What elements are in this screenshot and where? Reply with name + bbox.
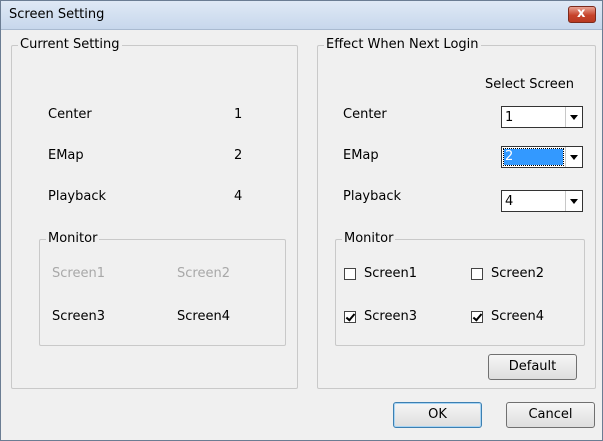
select-screen-header: Select Screen (485, 77, 574, 92)
chevron-down-icon[interactable] (565, 191, 582, 211)
next-emap-label: EMap (343, 148, 379, 163)
current-screen2-label: Screen2 (177, 266, 230, 281)
current-screen4-label: Screen4 (177, 309, 230, 324)
title-bar[interactable]: Screen Setting x (1, 1, 602, 30)
playback-screen-value: 4 (505, 194, 514, 209)
current-screen1-label: Screen1 (52, 266, 105, 281)
current-setting-legend: Current Setting (20, 37, 120, 52)
screen4-checkbox[interactable] (471, 311, 483, 323)
emap-screen-select[interactable]: 2 (501, 146, 583, 168)
next-monitor-legend: Monitor (344, 231, 394, 246)
current-center-label: Center (48, 107, 92, 122)
next-center-label: Center (343, 107, 387, 122)
current-emap-label: EMap (48, 148, 84, 163)
emap-screen-value: 2 (503, 148, 564, 166)
next-playback-label: Playback (343, 189, 402, 204)
next-screen3-label[interactable]: Screen3 (364, 309, 417, 324)
ok-button[interactable]: OK (393, 402, 482, 428)
current-monitor-legend: Monitor (48, 231, 98, 246)
playback-screen-select[interactable]: 4 (501, 190, 583, 212)
close-button[interactable]: x (568, 6, 596, 23)
screen-setting-dialog: Screen Setting x Current Setting Center … (0, 0, 603, 441)
current-center-value: 1 (234, 107, 243, 122)
current-monitor-group: Monitor (39, 232, 286, 346)
close-icon: x (577, 6, 586, 21)
center-screen-value: 1 (505, 110, 514, 125)
chevron-down-icon[interactable] (565, 147, 582, 167)
center-screen-select[interactable]: 1 (501, 106, 583, 128)
screen1-checkbox[interactable] (344, 268, 356, 280)
next-screen4-label[interactable]: Screen4 (491, 309, 544, 324)
screen3-checkbox[interactable] (344, 311, 356, 323)
current-emap-value: 2 (234, 148, 243, 163)
window-title: Screen Setting (9, 7, 105, 22)
next-screen1-label[interactable]: Screen1 (364, 266, 417, 281)
current-playback-label: Playback (48, 189, 107, 204)
chevron-down-icon[interactable] (565, 107, 582, 127)
current-screen3-label: Screen3 (52, 309, 105, 324)
next-login-legend: Effect When Next Login (326, 37, 479, 52)
next-monitor-group: Monitor (335, 232, 585, 346)
default-button[interactable]: Default (488, 354, 577, 380)
screen2-checkbox[interactable] (471, 268, 483, 280)
next-screen2-label[interactable]: Screen2 (491, 266, 544, 281)
current-playback-value: 4 (234, 189, 243, 204)
cancel-button[interactable]: Cancel (506, 402, 595, 428)
